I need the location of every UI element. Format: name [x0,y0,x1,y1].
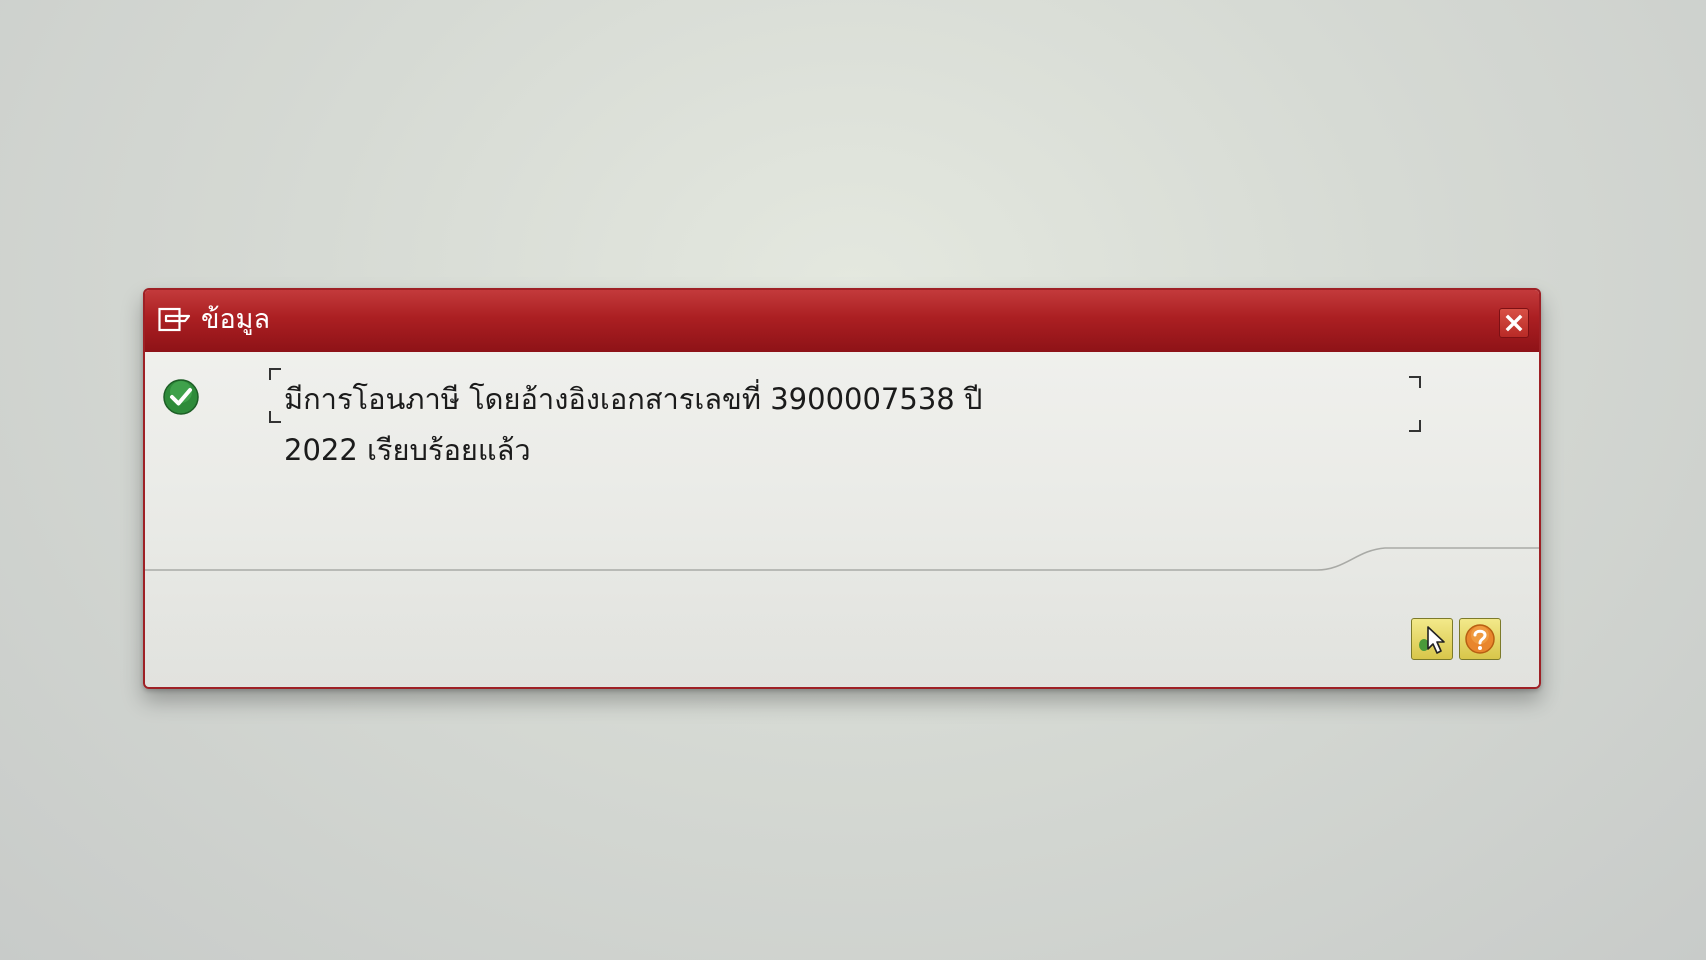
information-dialog: ข้อมูล มีการโอนภาษี โดยอ้างอิงเอกสารเลขท… [143,288,1541,689]
message-window-icon [158,307,191,332]
dialog-footer [145,612,1539,687]
message-line: 2022 เรียบร้อยแล้ว [284,433,531,467]
help-button[interactable] [1459,618,1501,660]
focus-frame-corner [1409,420,1421,432]
message-text: มีการโอนภาษี โดยอ้างอิงเอกสารเลขที่ 3900… [284,374,1014,476]
dialog-titlebar[interactable]: ข้อมูล [145,290,1539,352]
close-button[interactable] [1499,308,1529,338]
focus-frame-corner [269,368,281,380]
focus-frame-corner [269,411,281,423]
help-question-icon [1465,624,1495,654]
success-check-icon [163,379,199,415]
close-icon [1505,314,1523,332]
dialog-title: ข้อมูล [201,304,271,335]
continue-pointer-icon [1419,626,1445,654]
focus-frame-corner [1409,376,1421,388]
continue-button[interactable] [1411,618,1453,660]
message-line: มีการโอนภาษี โดยอ้างอิงเอกสารเลขที่ 3900… [284,382,983,416]
footer-divider [145,547,1539,571]
